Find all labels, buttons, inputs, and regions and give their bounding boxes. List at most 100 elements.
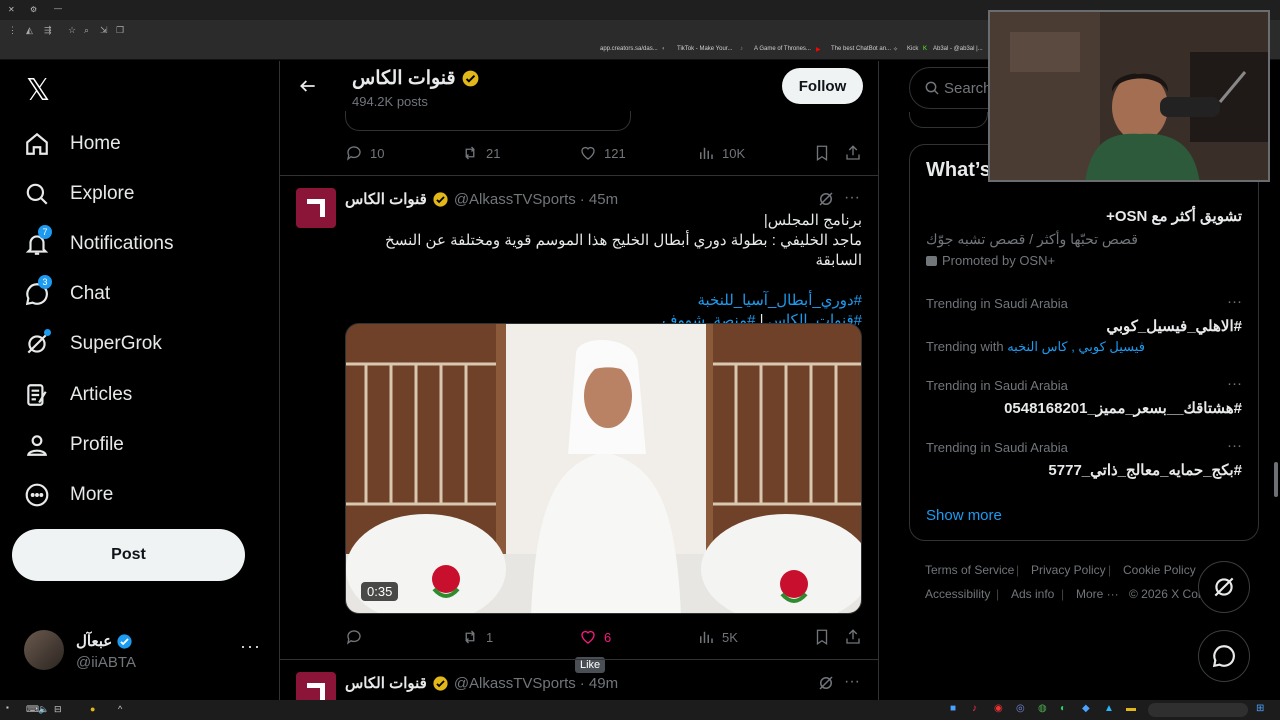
tweet-handle[interactable]: @AlkassTVSports	[454, 191, 576, 208]
footer-ads-link[interactable]: Ads info	[1011, 587, 1054, 601]
previous-media-card[interactable]	[345, 111, 631, 131]
tweet-avatar[interactable]	[296, 672, 336, 700]
tweet-handle[interactable]: @AlkassTVSports	[454, 675, 576, 692]
bookmark-button[interactable]	[813, 144, 831, 162]
nav-item-home[interactable]: Home	[22, 122, 121, 166]
app-icon[interactable]: ■	[950, 703, 956, 714]
grok-icon[interactable]	[817, 674, 835, 697]
bookmark-item[interactable]: app.creators.sa/das...	[600, 46, 658, 52]
more-dots-icon[interactable]: ···	[1227, 437, 1242, 454]
search-icon	[925, 81, 939, 95]
chrome-icon[interactable]: ◍	[1038, 703, 1047, 714]
trend-item[interactable]: Trending in Saudi Arabia ··· #الاهلي_فيس…	[926, 293, 1242, 355]
hashtag-link[interactable]: #دوري_أبطال_آسيا_للنخبة	[697, 292, 862, 309]
repost-button[interactable]: 21	[461, 144, 500, 162]
bookmark-button[interactable]	[813, 628, 831, 646]
bookmark-item[interactable]: A Game of Thrones...	[754, 46, 811, 52]
show-more-link[interactable]: Show more	[926, 507, 1002, 524]
folder-icon[interactable]: ▬	[1126, 703, 1136, 714]
bookmark-item[interactable]: TikTok - Make Your...	[677, 46, 732, 52]
tray-icon[interactable]: ●	[90, 704, 95, 714]
views-button[interactable]: 10K	[697, 144, 745, 162]
copy-icon[interactable]: ❐	[116, 25, 124, 36]
like-button[interactable]: 6	[579, 628, 611, 646]
nav-item-notifications[interactable]: 7 Notifications	[22, 222, 174, 266]
account-switcher[interactable]: عبعآل @iiABTA ···	[24, 630, 264, 674]
nav-label: Profile	[70, 434, 124, 455]
view-count: 5K	[722, 629, 738, 645]
more-dots-icon[interactable]: ···	[240, 636, 261, 657]
share-icon[interactable]: ⇲	[100, 25, 108, 36]
tweet-video[interactable]: 0:35	[345, 323, 862, 614]
trend-item[interactable]: Trending in Saudi Arabia ··· #هشتاقك__بس…	[926, 375, 1242, 417]
nav-item-articles[interactable]: Articles	[22, 373, 132, 417]
taskbar-search[interactable]	[1148, 703, 1248, 717]
nav-item-supergrok[interactable]: SuperGrok	[22, 322, 162, 366]
close-icon[interactable]: ✕	[8, 5, 15, 14]
app-icon[interactable]: ◉	[994, 703, 1003, 714]
more-icon[interactable]: ⋮	[8, 25, 17, 36]
tweet-avatar[interactable]	[296, 188, 336, 228]
tiktok-icon[interactable]: ♪	[972, 703, 977, 714]
extension-icon[interactable]: ⇶	[44, 25, 52, 36]
grok-icon[interactable]	[817, 190, 835, 213]
tweet-text: برنامج المجلس| ماجد الخليفي : بطولة دوري…	[345, 211, 862, 331]
app-icon[interactable]: ◆	[1082, 703, 1090, 714]
app-icon[interactable]: ▲	[1104, 703, 1114, 714]
chevron-up-icon[interactable]: ^	[118, 704, 122, 714]
nav-item-chat[interactable]: 3 Chat	[22, 272, 110, 316]
network-icon[interactable]: ⊟	[54, 704, 62, 715]
tweet-author-name[interactable]: قنوات الكاس	[345, 190, 427, 208]
footer-more-link[interactable]: More ···	[1076, 587, 1119, 601]
trend-with-tags[interactable]: فيسيل كوبي , كاس النخبه	[1007, 339, 1145, 354]
footer-cookie-link[interactable]: Cookie Policy	[1123, 563, 1196, 577]
divider	[280, 659, 878, 660]
minimize-icon[interactable]: —	[54, 4, 62, 13]
extension-icon[interactable]: ◭	[26, 25, 33, 36]
share-button[interactable]	[844, 144, 862, 162]
bookmark-item[interactable]: The best ChatBot an...	[831, 46, 891, 52]
more-dots-icon[interactable]: ···	[844, 189, 860, 207]
nav-item-explore[interactable]: Explore	[22, 172, 134, 216]
like-button[interactable]: 121	[579, 144, 626, 162]
more-dots-icon[interactable]: ···	[844, 673, 860, 691]
star-icon[interactable]: ☆	[68, 25, 76, 36]
bookmark-item[interactable]: Ab3al - @ab3al |...	[933, 46, 983, 52]
whatsapp-icon[interactable]: ◐	[1060, 703, 1066, 714]
tweet-author-name[interactable]: قنوات الكاس	[345, 674, 427, 692]
zoom-icon[interactable]: ⌕	[84, 25, 89, 36]
post-button[interactable]: Post	[12, 529, 245, 581]
promo-item[interactable]: تشويق أكثر مع OSN+	[926, 207, 1242, 225]
reply-button[interactable]: 10	[345, 144, 384, 162]
trend-item[interactable]: Trending in Saudi Arabia ··· #بكج_حمايه_…	[926, 437, 1242, 479]
views-button[interactable]: 5K	[697, 628, 738, 646]
footer-terms-link[interactable]: Terms of Service	[925, 563, 1014, 577]
repost-button[interactable]: 1	[461, 628, 493, 646]
reply-button[interactable]	[345, 628, 370, 646]
nav-item-profile[interactable]: Profile	[22, 423, 124, 467]
bookmark-item[interactable]: Kick	[907, 46, 918, 52]
discord-icon[interactable]: ◎	[1016, 703, 1025, 714]
promo-title: تشويق أكثر مع OSN+	[1106, 208, 1242, 225]
follow-button[interactable]: Follow	[782, 68, 863, 104]
x-logo-icon[interactable]: 𝕏	[26, 73, 50, 108]
tweet-time[interactable]: · 45m	[580, 191, 618, 208]
more-dots-icon[interactable]: ···	[1227, 293, 1242, 310]
speaker-icon[interactable]: 🔈	[38, 704, 49, 715]
tweet-time[interactable]: · 49m	[580, 675, 618, 692]
settings-icon[interactable]: ⚙	[30, 5, 37, 14]
windows-start-icon[interactable]: ⊞	[1256, 703, 1264, 714]
back-arrow-icon[interactable]	[298, 76, 318, 101]
account-display-name: عبعآل	[76, 633, 113, 650]
grok-float-button[interactable]	[1198, 561, 1250, 613]
nav-label: Notifications	[70, 233, 174, 254]
chat-badge: 3	[38, 275, 52, 289]
footer-privacy-link[interactable]: Privacy Policy	[1031, 563, 1106, 577]
share-button[interactable]	[844, 628, 862, 646]
footer-accessibility-link[interactable]: Accessibility	[925, 587, 990, 601]
nav-item-more[interactable]: More	[22, 473, 113, 517]
page-scrollbar[interactable]	[1274, 462, 1278, 497]
messages-float-button[interactable]	[1198, 630, 1250, 682]
gold-verified-icon	[433, 675, 448, 691]
more-dots-icon[interactable]: ···	[1227, 375, 1242, 392]
